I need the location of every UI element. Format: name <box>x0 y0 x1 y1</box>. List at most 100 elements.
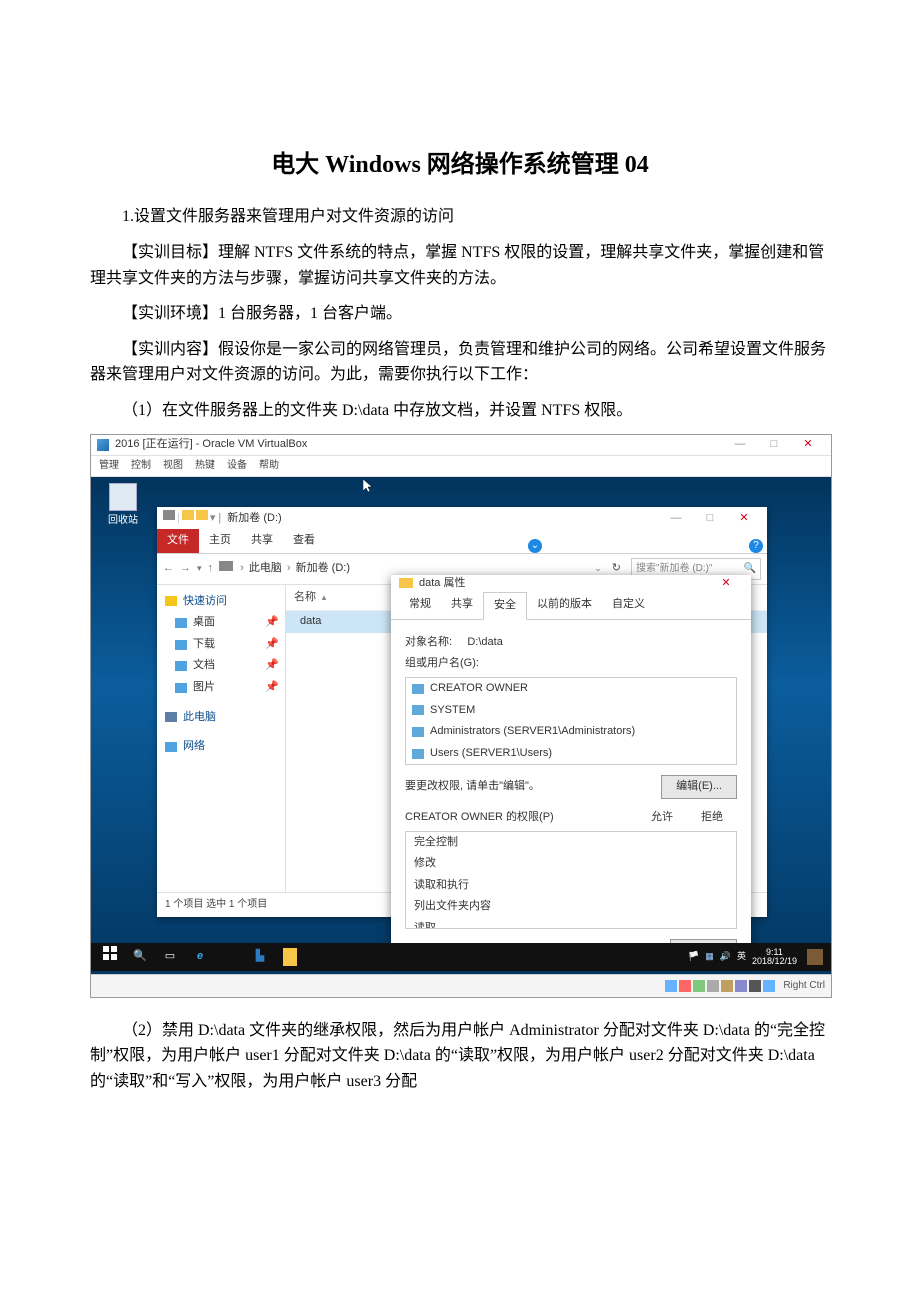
user-icon <box>412 727 424 737</box>
paragraph-3: 【实训环境】1 台服务器，1 台客户端。 <box>90 301 830 327</box>
properties-titlebar[interactable]: data 属性 ✕ <box>391 575 751 593</box>
tab-file[interactable]: 文件 <box>157 529 199 553</box>
menu-control[interactable]: 控制 <box>131 458 151 474</box>
perm-item: 列出文件夹内容 <box>406 896 736 918</box>
tray-network-icon[interactable]: ▦ <box>705 949 714 963</box>
nav-recent-button[interactable]: ▾ <box>197 561 202 575</box>
paragraph-4: 【实训内容】假设你是一家公司的网络管理员，负责管理和维护公司的网络。公司希望设置… <box>90 337 830 388</box>
action-center-button[interactable] <box>807 949 823 965</box>
vm-indicator-icon[interactable] <box>721 980 733 992</box>
tab-security[interactable]: 安全 <box>483 592 527 620</box>
nav-forward-button[interactable]: → <box>180 560 191 578</box>
explorer-titlebar[interactable]: | ▾ | 新加卷 (D:) — □ ✕ <box>157 507 767 531</box>
taskbar-app-icon[interactable] <box>283 948 297 966</box>
allow-header: 允许 <box>637 809 687 827</box>
menu-devices[interactable]: 设备 <box>227 458 247 474</box>
close-button[interactable]: ✕ <box>791 436 825 454</box>
sidebar-documents[interactable]: 文档 📌 <box>161 655 281 677</box>
user-item[interactable]: CREATOR OWNER <box>406 678 736 700</box>
taskbar-server-manager-icon[interactable]: ▙ <box>245 948 275 966</box>
taskbar: 🔍 ▭ e ▙ 🏳️ ▦ 🔊 英 9:11 2018/12/19 <box>91 943 831 971</box>
permissions-label: CREATOR OWNER 的权限(P) <box>405 809 637 827</box>
vm-indicator-icon[interactable] <box>679 980 691 992</box>
menu-view[interactable]: 视图 <box>163 458 183 474</box>
sidebar-desktop[interactable]: 桌面 📌 <box>161 612 281 634</box>
tray-sound-icon[interactable]: 🔊 <box>720 949 731 963</box>
recycle-bin[interactable]: 回收站 <box>99 483 147 529</box>
user-item[interactable]: Administrators (SERVER1\Administrators) <box>406 721 736 743</box>
vm-indicator-icon[interactable] <box>735 980 747 992</box>
cursor-icon <box>363 479 373 493</box>
task-view-button[interactable]: ▭ <box>155 948 185 966</box>
folder-icon <box>182 510 194 520</box>
recycle-bin-icon <box>109 483 137 511</box>
start-button[interactable] <box>95 946 125 967</box>
vm-indicator-icon[interactable] <box>763 980 775 992</box>
taskbar-search-button[interactable]: 🔍 <box>125 948 155 966</box>
taskbar-flag-icon[interactable]: 🏳️ <box>688 949 699 963</box>
vm-indicator-icon[interactable] <box>693 980 705 992</box>
explorer-close-button[interactable]: ✕ <box>727 510 761 528</box>
tab-general[interactable]: 常规 <box>399 592 441 619</box>
nav-up-button[interactable]: ↑ <box>208 560 214 578</box>
menu-help[interactable]: 帮助 <box>259 458 279 474</box>
breadcrumb-pc[interactable]: 此电脑 <box>249 562 282 574</box>
tab-custom[interactable]: 自定义 <box>602 592 655 619</box>
sidebar-thispc-label: 此电脑 <box>183 709 216 727</box>
tab-share[interactable]: 共享 <box>241 529 283 553</box>
vm-indicator-icon[interactable] <box>665 980 677 992</box>
permissions-listbox[interactable]: 完全控制 修改 读取和执行 列出文件夹内容 读取 写入 <box>405 831 737 929</box>
sidebar-quick-label: 快速访问 <box>183 593 227 611</box>
virtualbox-window: 2016 [正在运行] - Oracle VM VirtualBox — □ ✕… <box>90 434 832 998</box>
menu-hotkeys[interactable]: 热键 <box>195 458 215 474</box>
taskbar-ie-icon[interactable]: e <box>185 948 215 966</box>
explorer-sidebar: 快速访问 桌面 📌 下载 📌 <box>157 585 286 892</box>
star-icon <box>165 596 177 606</box>
perm-item: 读取 <box>406 918 736 929</box>
maximize-button[interactable]: □ <box>757 436 791 454</box>
sidebar-pictures[interactable]: 图片 📌 <box>161 677 281 699</box>
sidebar-network-label: 网络 <box>183 738 205 756</box>
paragraph-1: 1.设置文件服务器来管理用户对文件资源的访问 <box>90 204 830 230</box>
ribbon-expand-icon[interactable]: ⌄ <box>528 539 542 553</box>
ribbon-tabs: 文件 主页 共享 查看 ⌄ ? <box>157 531 767 554</box>
nav-back-button[interactable]: ← <box>163 560 174 578</box>
edit-button[interactable]: 编辑(E)... <box>661 775 737 799</box>
properties-close-button[interactable]: ✕ <box>709 575 743 593</box>
sidebar-thispc[interactable]: 此电脑 <box>161 707 281 729</box>
explorer-minimize-button[interactable]: — <box>659 510 693 528</box>
properties-title-text: data 属性 <box>419 575 465 593</box>
documents-icon <box>175 661 187 671</box>
tab-home[interactable]: 主页 <box>199 529 241 553</box>
user-item[interactable]: SYSTEM <box>406 700 736 722</box>
perm-item: 完全控制 <box>406 832 736 854</box>
object-name-label: 对象名称: <box>405 636 452 648</box>
sort-caret-icon: ▲ <box>320 593 328 602</box>
vm-indicator-icon[interactable] <box>749 980 761 992</box>
tab-view[interactable]: 查看 <box>283 529 325 553</box>
recycle-bin-label: 回收站 <box>99 513 147 529</box>
vm-indicator-icon[interactable] <box>707 980 719 992</box>
tray-ime-text[interactable]: 英 <box>737 949 746 963</box>
explorer-title-text: 新加卷 (D:) <box>227 510 281 528</box>
user-icon <box>412 749 424 759</box>
sidebar-quick-access[interactable]: 快速访问 <box>161 591 281 613</box>
pin-icon: 📌 <box>265 636 279 654</box>
vm-statusbar: Right Ctrl <box>91 974 831 997</box>
sidebar-documents-label: 文档 <box>193 657 215 675</box>
taskbar-clock[interactable]: 9:11 2018/12/19 <box>752 948 797 966</box>
vm-titlebar[interactable]: 2016 [正在运行] - Oracle VM VirtualBox — □ ✕ <box>91 435 831 456</box>
tab-share[interactable]: 共享 <box>441 592 483 619</box>
user-item[interactable]: Users (SERVER1\Users) <box>406 743 736 765</box>
explorer-maximize-button[interactable]: □ <box>693 510 727 528</box>
breadcrumb-drive[interactable]: 新加卷 (D:) <box>296 562 350 574</box>
menu-manage[interactable]: 管理 <box>99 458 119 474</box>
user-listbox[interactable]: CREATOR OWNER SYSTEM Administrators (SER… <box>405 677 737 765</box>
help-icon[interactable]: ? <box>749 539 763 553</box>
tab-previous[interactable]: 以前的版本 <box>527 592 602 619</box>
sidebar-network[interactable]: 网络 <box>161 736 281 758</box>
minimize-button[interactable]: — <box>723 436 757 454</box>
guest-desktop[interactable]: 回收站 | ▾ | 新加卷 (D:) — □ ✕ <box>91 477 831 997</box>
sidebar-downloads[interactable]: 下载 📌 <box>161 634 281 656</box>
sidebar-downloads-label: 下载 <box>193 636 215 654</box>
